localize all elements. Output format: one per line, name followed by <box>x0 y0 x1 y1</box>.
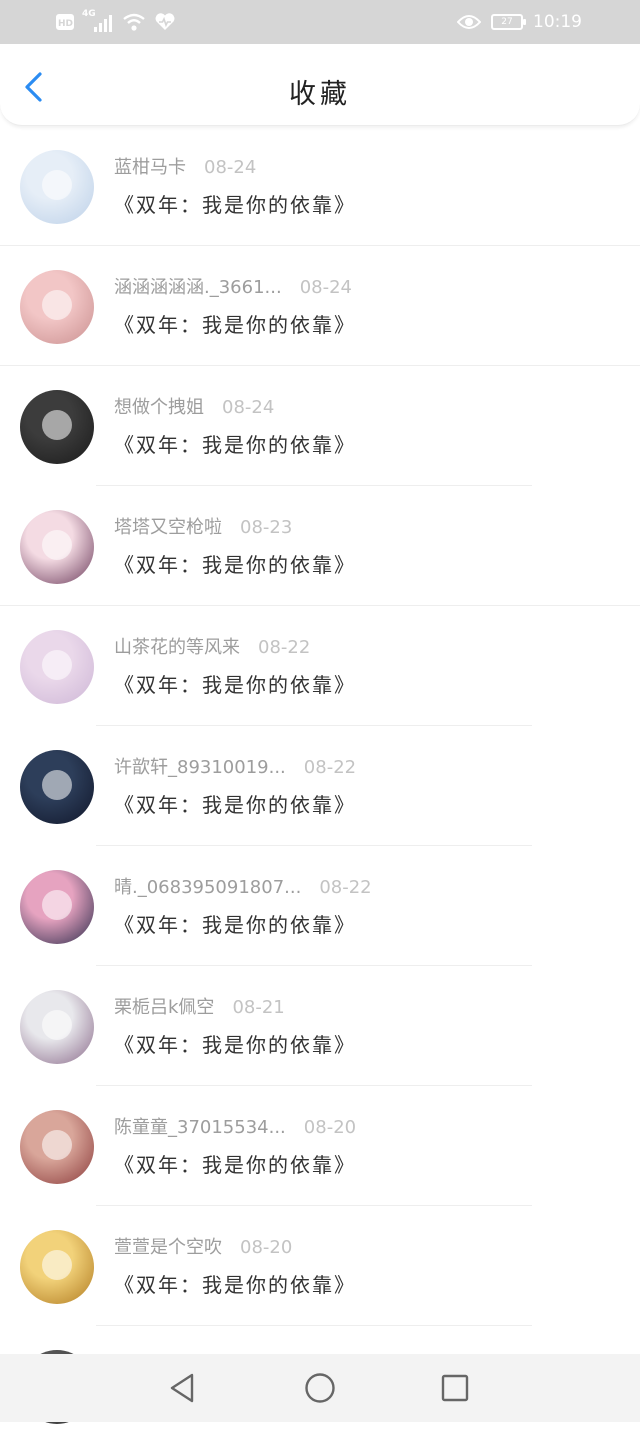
avatar[interactable] <box>20 510 94 584</box>
item-meta: 晴._068395091807... 08-22 <box>114 873 372 899</box>
item-meta: 萱萱是个空吹 08-20 <box>114 1233 292 1259</box>
item-date: 08-24 <box>222 397 275 418</box>
user-name: 陈童童_37015534... <box>114 1117 286 1138</box>
favorites-list: 蓝柑马卡 08-24 《双年：我是你的依靠》 涵涵涵涵涵._3661... 08-2… <box>0 126 640 1446</box>
user-name: 山茶花的等风来 <box>114 637 240 658</box>
user-name: 想做个拽姐 <box>114 397 204 418</box>
item-date: 08-20 <box>240 1237 293 1258</box>
avatar[interactable] <box>20 1230 94 1304</box>
nav-back-button[interactable] <box>166 1371 200 1405</box>
item-date: 08-21 <box>232 997 285 1018</box>
back-triangle-icon <box>170 1373 194 1403</box>
avatar[interactable] <box>20 1110 94 1184</box>
work-title: 《双年：我是你的依靠》 <box>114 433 356 457</box>
avatar[interactable] <box>20 870 94 944</box>
item-date: 08-24 <box>299 277 353 298</box>
list-item[interactable]: 塔塔又空枪啦 08-23 《双年：我是你的依靠》 <box>0 486 640 606</box>
item-date: 08-22 <box>319 877 372 898</box>
hd-icon: HD <box>56 14 74 30</box>
nav-recents-button[interactable] <box>438 1371 472 1405</box>
avatar[interactable] <box>20 750 94 824</box>
heart-health-icon <box>155 13 175 31</box>
user-name: 蓝柑马卡 <box>114 157 186 178</box>
page-title: 收藏 <box>289 79 351 110</box>
work-title: 《双年：我是你的依靠》 <box>114 1153 356 1177</box>
avatar[interactable] <box>20 630 94 704</box>
item-meta: 塔塔又空枪啦 08-23 <box>114 513 292 539</box>
item-date: 08-22 <box>258 637 311 658</box>
user-name: 许歆轩_89310019... <box>114 757 286 778</box>
status-bar: HD 4G 27 10:19 <box>0 0 640 44</box>
status-time: 10:19 <box>533 12 582 32</box>
list-item[interactable]: 涵涵涵涵涵._3661... 08-24 《双年：我是你的依靠》 <box>0 246 640 366</box>
system-nav-bar <box>0 1354 640 1422</box>
user-name: 晴._068395091807... <box>114 877 302 898</box>
work-title: 《双年：我是你的依靠》 <box>114 553 356 577</box>
user-name: 萱萱是个空吹 <box>114 1237 222 1258</box>
status-left: HD 4G <box>56 9 176 34</box>
list-item[interactable]: 许歆轩_89310019... 08-22 《双年：我是你的依靠》 <box>0 726 640 846</box>
avatar[interactable] <box>20 990 94 1064</box>
wifi-icon <box>123 13 145 31</box>
list-item[interactable]: 萱萱是个空吹 08-20 《双年：我是你的依靠》 <box>0 1206 640 1326</box>
avatar[interactable] <box>20 390 94 464</box>
work-title: 《双年：我是你的依靠》 <box>114 313 356 337</box>
list-item[interactable]: 蓝柑马卡 08-24 《双年：我是你的依靠》 <box>0 126 640 246</box>
list-item[interactable]: 栗栀吕k佩空 08-21 《双年：我是你的依靠》 <box>0 966 640 1086</box>
item-meta: 山茶花的等风来 08-22 <box>114 633 310 659</box>
item-date: 08-22 <box>303 757 357 778</box>
battery-icon: 27 <box>491 14 526 30</box>
list-item[interactable]: 山茶花的等风来 08-22 《双年：我是你的依靠》 <box>0 606 640 726</box>
nav-home-button[interactable] <box>303 1371 337 1405</box>
work-title: 《双年：我是你的依靠》 <box>114 1273 356 1297</box>
avatar[interactable] <box>20 150 94 224</box>
status-right: 27 10:19 <box>457 10 582 34</box>
item-meta: 许歆轩_89310019... 08-22 <box>114 753 356 779</box>
header-bar: 收藏 <box>0 44 640 126</box>
work-title: 《双年：我是你的依靠》 <box>114 793 356 817</box>
list-item[interactable]: 陈童童_37015534... 08-20 《双年：我是你的依靠》 <box>0 1086 640 1206</box>
item-meta: 想做个拽姐 08-24 <box>114 393 274 419</box>
work-title: 《双年：我是你的依靠》 <box>114 1033 356 1057</box>
user-name: 涵涵涵涵涵._3661... <box>114 277 282 298</box>
item-date: 08-23 <box>240 517 293 538</box>
user-name: 栗栀吕k佩空 <box>114 997 215 1018</box>
user-name: 塔塔又空枪啦 <box>114 517 222 538</box>
avatar[interactable] <box>20 270 94 344</box>
recents-square-icon <box>441 1374 469 1402</box>
list-item[interactable]: 想做个拽姐 08-24 《双年：我是你的依靠》 <box>0 366 640 486</box>
item-meta: 涵涵涵涵涵._3661... 08-24 <box>114 273 352 299</box>
item-meta: 栗栀吕k佩空 08-21 <box>114 993 285 1019</box>
item-meta: 陈童童_37015534... 08-20 <box>114 1113 356 1139</box>
work-title: 《双年：我是你的依靠》 <box>114 913 356 937</box>
item-date: 08-24 <box>204 157 257 178</box>
item-meta: 蓝柑马卡 08-24 <box>114 153 256 179</box>
list-item[interactable]: 晴._068395091807... 08-22 《双年：我是你的依靠》 <box>0 846 640 966</box>
work-title: 《双年：我是你的依靠》 <box>114 673 356 697</box>
item-date: 08-20 <box>303 1117 357 1138</box>
work-title: 《双年：我是你的依靠》 <box>114 193 356 217</box>
eye-comfort-icon <box>457 15 481 29</box>
home-circle-icon <box>305 1373 335 1403</box>
cell-signal-icon: 4G <box>82 9 114 32</box>
